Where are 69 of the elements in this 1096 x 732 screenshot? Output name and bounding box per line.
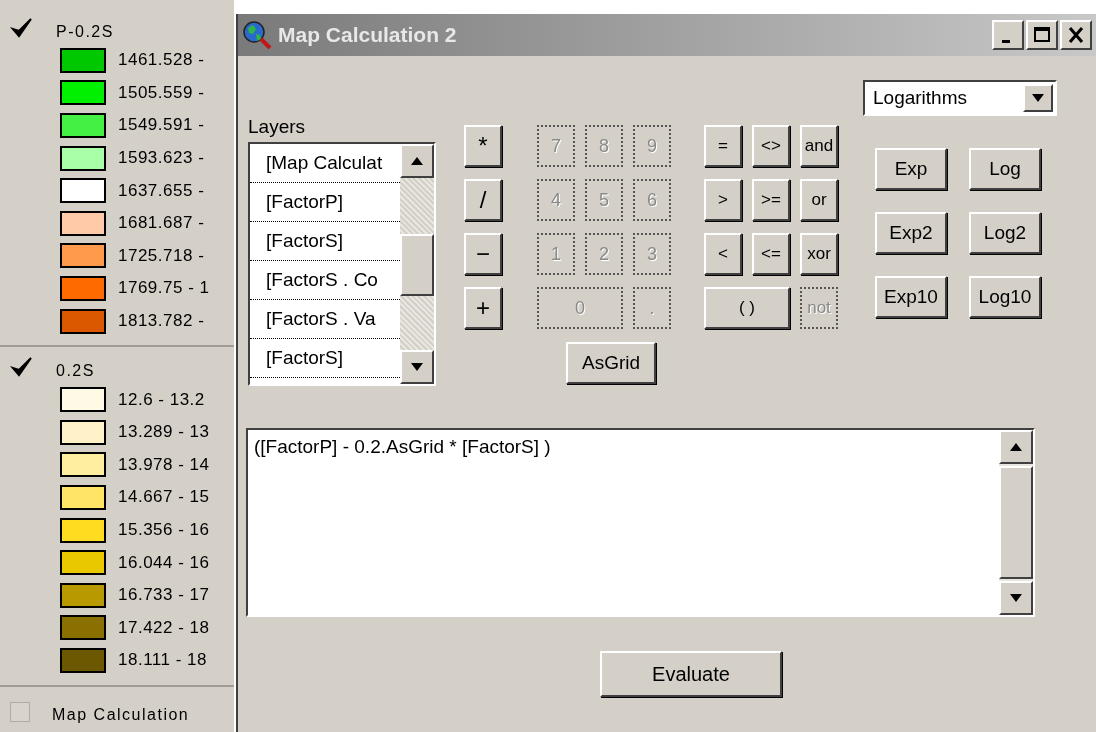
class-label: 14.667 - 15 [118,487,210,508]
function-button[interactable]: Log2 [969,212,1041,254]
class-label: 1813.782 - [118,311,205,332]
class-label: 1505.559 - [118,82,205,103]
class-label: 1549.591 - [118,115,205,136]
scrollbar[interactable] [400,144,434,384]
operator-button[interactable]: <= [752,233,790,275]
operator-button[interactable]: < [704,233,742,275]
globe-magnifier-icon [242,20,272,50]
scroll-down-button[interactable] [400,350,434,384]
dropdown-arrow-icon [1032,94,1044,102]
asgrid-button[interactable]: AsGrid [566,342,656,384]
operator-button[interactable]: = [704,125,742,167]
scroll-down-button[interactable] [999,581,1033,615]
maximize-button[interactable] [1026,20,1058,50]
operator-button[interactable]: > [704,179,742,221]
function-dropdown[interactable]: Logarithms [863,80,1057,116]
function-button[interactable]: Exp [875,148,947,190]
class-label: 18.111 - 18 [118,650,207,671]
layers-label: Layers [248,116,307,139]
checkbox[interactable] [10,701,30,722]
class-label: 1769.75 - 1 [118,278,210,299]
operator-button[interactable]: or [800,179,838,221]
up-arrow-icon [1010,443,1022,451]
layer-name: 0.2S [56,362,95,381]
operator-button[interactable]: ( ) [704,287,790,329]
class-label: 15.356 - 16 [118,520,210,540]
operator-button[interactable]: * [464,125,502,167]
operator-button[interactable]: / [464,179,502,221]
minimize-button[interactable] [992,20,1024,50]
class-label: 1637.655 - [118,180,205,201]
class-label: 1725.718 - [118,245,205,266]
close-icon [1066,25,1086,45]
operator-button[interactable]: and [800,125,838,167]
function-button[interactable]: Exp2 [875,212,947,254]
operator-button[interactable]: + [464,287,502,329]
class-label: 16.733 - 17 [118,585,210,606]
function-button[interactable]: Log10 [969,276,1041,318]
scroll-up-button[interactable] [400,144,434,178]
maximize-icon [1032,25,1052,45]
class-label: 1681.687 - [118,213,205,234]
class-label: 1593.623 - [118,148,205,169]
function-button[interactable]: Exp10 [875,276,947,318]
class-label: 1461.528 - [118,50,205,71]
evaluate-button[interactable]: Evaluate [600,651,782,697]
operator-button[interactable]: <> [752,125,790,167]
class-label: 13.289 - 13 [118,422,210,443]
minimize-icon [1002,39,1010,43]
scrollbar[interactable] [999,430,1033,615]
down-arrow-icon [1010,594,1022,602]
layer-name: Map Calculation [52,705,190,724]
scroll-thumb[interactable] [999,466,1033,579]
expression-field[interactable]: ([FactorP] - 0.2.AsGrid * [FactorS] ) [246,428,1035,617]
operator-button[interactable]: − [464,233,502,275]
down-arrow-icon [411,363,423,371]
scroll-up-button[interactable] [999,430,1033,464]
class-label: 13.978 - 14 [118,454,210,475]
layer-name: P-0.2S [56,23,114,41]
class-label: 12.6 - 13.2 [118,389,205,410]
up-arrow-icon [411,157,423,165]
layers-list[interactable]: [Map Calculat [FactorP] [FactorS] [FactorS . Co [FactorS . Va [FactorS] [248,142,436,386]
scroll-thumb[interactable] [400,234,434,296]
operator-button[interactable]: xor [800,233,838,275]
operator-button[interactable]: >= [752,179,790,221]
window-title: Map Calculation 2 [278,23,457,47]
function-button[interactable]: Log [969,148,1041,190]
class-label: 16.044 - 16 [118,552,210,573]
class-label: 17.422 - 18 [118,617,210,638]
close-button[interactable] [1060,20,1092,50]
